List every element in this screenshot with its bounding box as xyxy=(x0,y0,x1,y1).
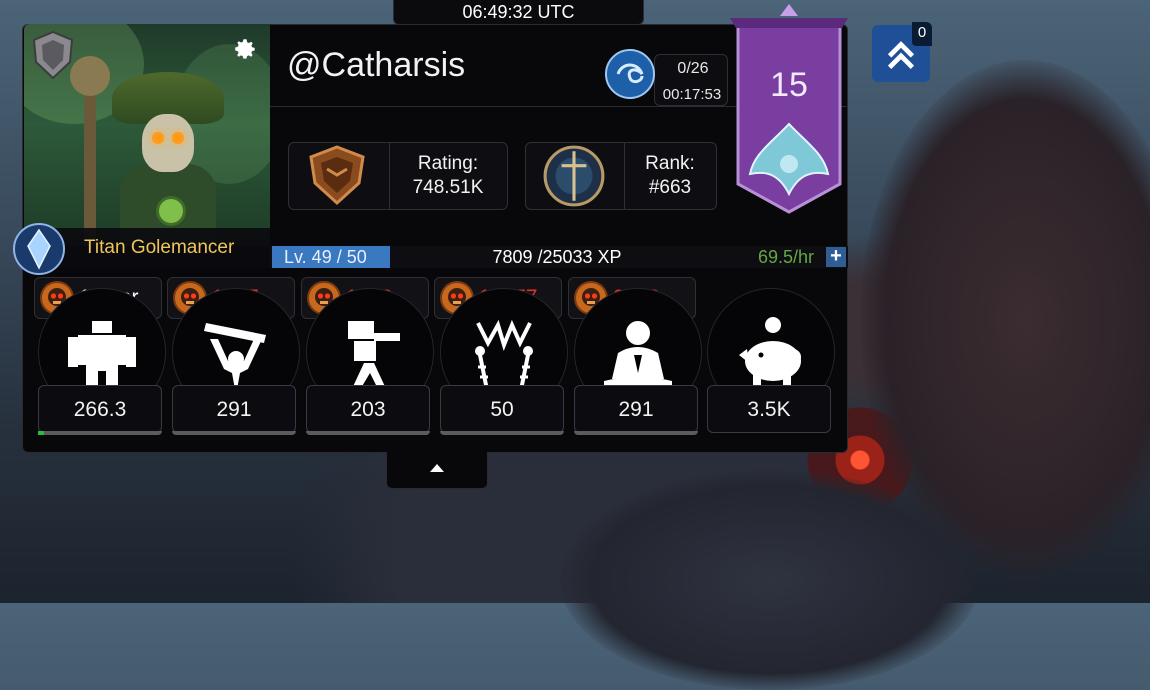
rating-value: 748.51K xyxy=(412,177,484,198)
shield-icon xyxy=(309,145,365,206)
caret-up-icon xyxy=(430,464,444,472)
energy-orb-icon[interactable] xyxy=(604,48,656,100)
ability-value: 50 xyxy=(440,385,564,433)
rank-value: #663 xyxy=(648,177,692,198)
background-creature-body xyxy=(860,60,1150,580)
level-banner xyxy=(730,4,848,214)
ability-value: 291 xyxy=(172,385,296,433)
lifting-hands-icon xyxy=(204,323,266,395)
ability-value: 3.5K xyxy=(707,385,831,433)
banner-number: 15 xyxy=(770,66,808,104)
level-label: Lv. 49 / 50 xyxy=(272,246,390,268)
turret-icon xyxy=(344,321,400,393)
ability-value: 203 xyxy=(306,385,430,433)
ability-progress-bar xyxy=(172,431,296,435)
piggy-bank-icon xyxy=(739,317,801,389)
guild-crest-icon xyxy=(32,30,74,80)
class-name: Titan Golemancer xyxy=(84,237,235,258)
ability-progress-bar xyxy=(306,431,430,435)
ability-value: 266.3 xyxy=(38,385,162,433)
orb-timer: 00:17:53 xyxy=(662,86,722,103)
rating-label: Rating: xyxy=(417,153,479,174)
boost-count: 0 xyxy=(912,22,932,46)
golem-icon xyxy=(68,321,136,391)
ability-progress-bar xyxy=(38,431,162,435)
xp-rate: 69.5/hr xyxy=(757,247,814,267)
rank-label: Rank: xyxy=(645,153,695,174)
username: @Catharsis xyxy=(287,46,466,84)
rank-emblem-icon xyxy=(543,145,605,207)
utc-clock: 06:49:32 UTC xyxy=(393,0,644,25)
ability-progress-bar xyxy=(440,431,564,435)
meditating-figure-icon xyxy=(604,321,672,393)
lightning-pylons-icon xyxy=(475,319,533,395)
background-creature-shell xyxy=(560,470,980,690)
class-gem-icon xyxy=(13,223,65,275)
ability-progress-fill xyxy=(38,431,45,435)
ability-progress-bar xyxy=(574,431,698,435)
settings-gear-icon[interactable] xyxy=(232,36,258,62)
orb-count: 0/26 xyxy=(677,60,709,77)
collapse-panel-button[interactable] xyxy=(386,452,488,489)
add-xp-button[interactable]: + xyxy=(826,246,846,267)
ability-value: 291 xyxy=(574,385,698,433)
xp-text: 7809 /25033 XP xyxy=(492,247,622,267)
